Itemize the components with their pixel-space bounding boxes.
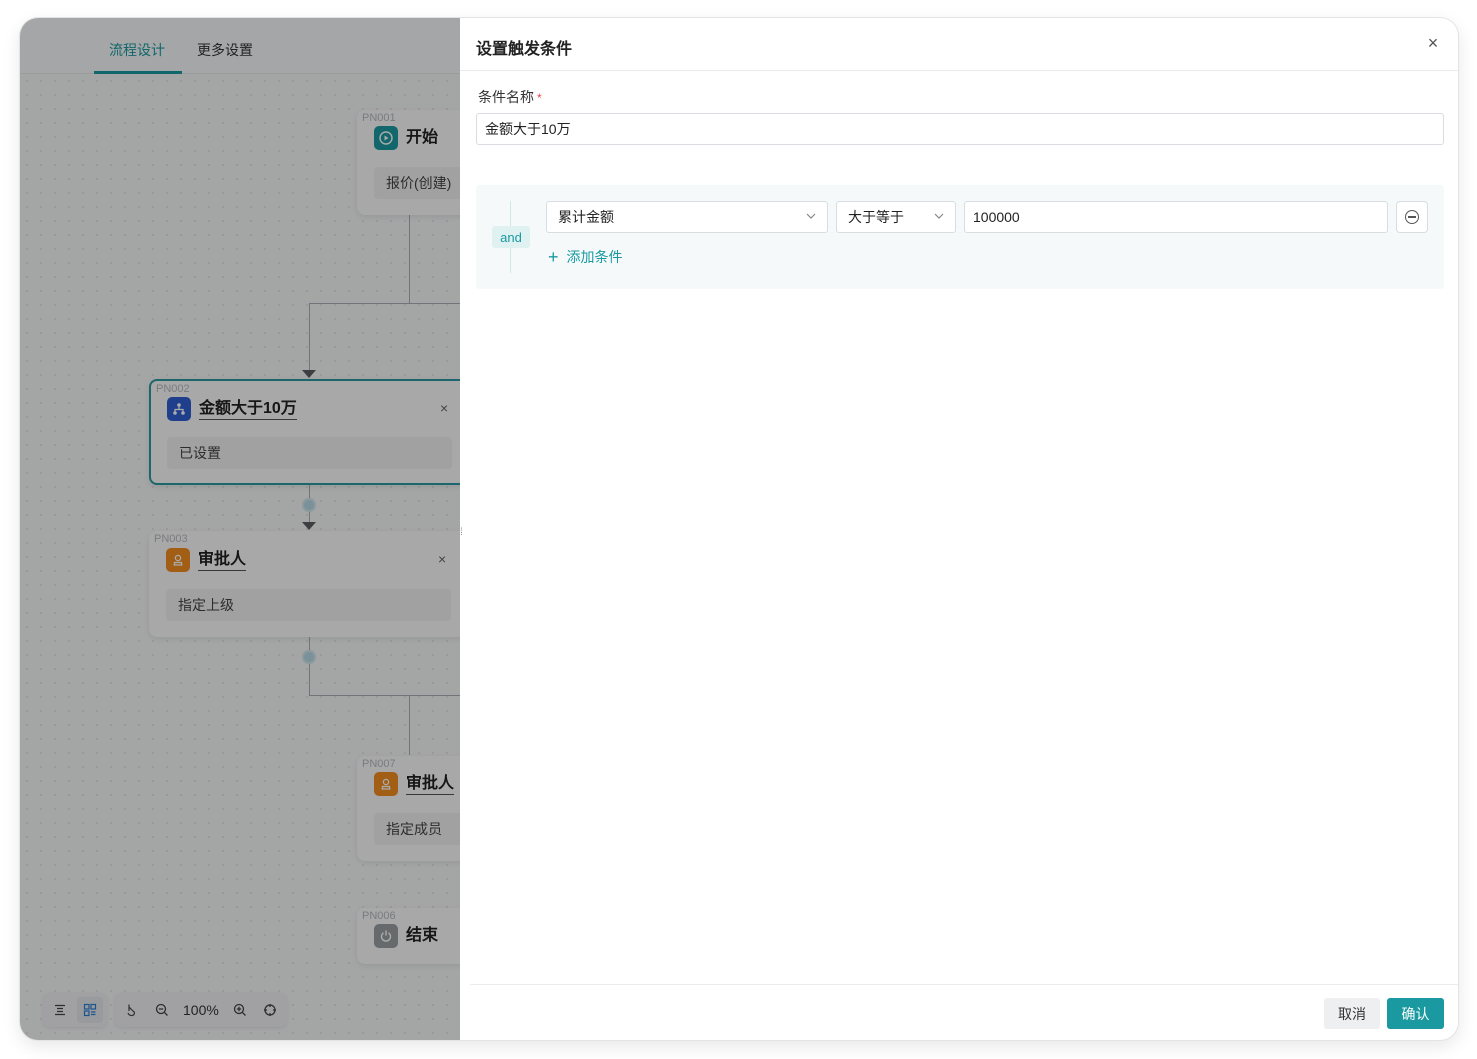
drawer-footer: 取消 确认 <box>470 984 1458 1040</box>
flow-canvas[interactable]: 流程设计 更多设置 PN001 开始 报价(创建) PN002 金额大于10万 … <box>20 18 477 1040</box>
chevron-down-icon <box>805 210 817 225</box>
add-condition-label: 添加条件 <box>566 249 623 265</box>
field-select[interactable]: 累计金额 <box>546 201 828 233</box>
logic-operator-toggle[interactable]: and <box>492 226 530 248</box>
cancel-button[interactable]: 取消 <box>1324 998 1380 1029</box>
resize-handle-icon[interactable]: ⁞ <box>460 528 468 546</box>
plus-icon: + <box>548 247 559 267</box>
condition-value-input[interactable] <box>964 201 1388 233</box>
remove-condition-button[interactable] <box>1396 201 1428 233</box>
close-icon[interactable]: × <box>1422 32 1444 54</box>
modal-backdrop[interactable] <box>20 18 460 1040</box>
condition-group: and 累计金额 大于等于 + 添加条件 <box>476 185 1444 289</box>
drawer-title: 设置触发条件 <box>476 41 573 58</box>
app-window: 流程设计 更多设置 PN001 开始 报价(创建) PN002 金额大于10万 … <box>20 18 1458 1040</box>
confirm-button[interactable]: 确认 <box>1387 998 1444 1029</box>
chevron-down-icon <box>933 210 945 225</box>
field-select-value: 累计金额 <box>558 209 614 225</box>
required-mark: * <box>537 91 542 105</box>
drawer-header: 设置触发条件 × <box>460 18 1458 71</box>
trigger-condition-drawer: 设置触发条件 × 条件名称* and 累计金额 大于等于 <box>460 18 1458 1040</box>
condition-name-label: 条件名称 * <box>478 87 542 107</box>
operator-select[interactable]: 大于等于 <box>836 201 956 233</box>
minus-circle-icon <box>1405 210 1419 224</box>
condition-name-input[interactable] <box>476 113 1444 145</box>
operator-select-value: 大于等于 <box>848 209 904 225</box>
condition-name-label-text: 条件名称 <box>478 89 534 105</box>
add-condition-button[interactable]: + 添加条件 <box>548 247 623 267</box>
